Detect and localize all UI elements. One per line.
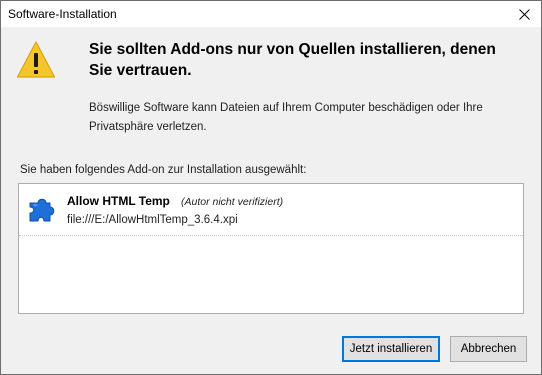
addon-url: file:///E:/AllowHtmlTemp_3.6.4.xpi (67, 214, 238, 226)
warning-heading: Sie sollten Add-ons nur von Quellen inst… (89, 41, 496, 79)
warning-description: Böswillige Software kann Dateien auf Ihr… (89, 102, 483, 133)
cancel-button[interactable]: Abbrechen (450, 336, 527, 362)
addon-name: Allow HTML Temp (67, 194, 170, 208)
addon-list[interactable]: Allow HTML Temp (Autor nicht verifiziert… (18, 183, 524, 314)
close-button[interactable] (507, 1, 541, 27)
warning-icon (16, 41, 56, 78)
puzzle-piece-icon (29, 198, 55, 222)
install-button[interactable]: Jetzt installieren (342, 336, 440, 362)
title-bar: Software-Installation (1, 1, 541, 27)
list-item[interactable]: Allow HTML Temp (Autor nicht verifiziert… (19, 184, 523, 236)
addon-author-note: (Autor nicht verifiziert) (181, 196, 284, 208)
addon-list-label: Sie haben folgendes Add-on zur Installat… (20, 164, 307, 176)
close-icon (518, 8, 530, 20)
window-title: Software-Installation (8, 7, 117, 21)
installation-dialog: Software-Installation Sie sollten Add-on… (0, 0, 542, 375)
